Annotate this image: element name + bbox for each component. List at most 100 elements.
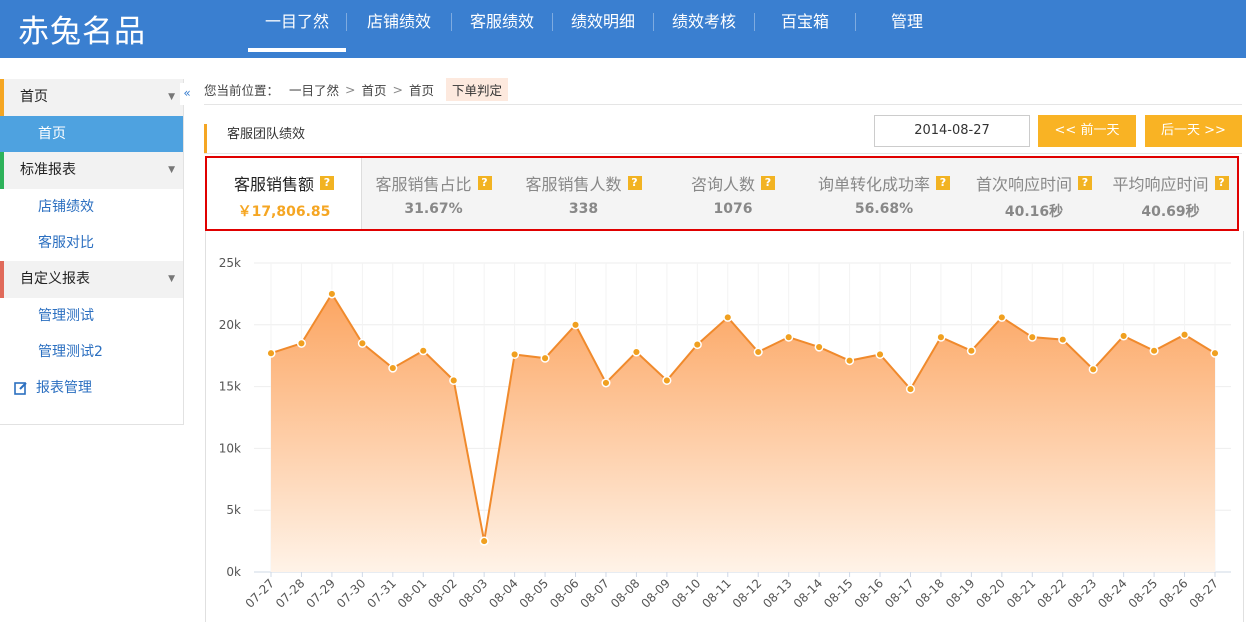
sidebar-item-0-0[interactable]: 首页 <box>0 116 183 152</box>
sidebar-group-label: 首页 <box>20 89 48 105</box>
x-tick-label: 08-13 <box>760 576 795 611</box>
data-point <box>418 346 428 356</box>
sidebar-group-label: 自定义报表 <box>20 271 90 287</box>
app-logo[interactable]: 赤兔名品 <box>18 6 146 51</box>
chevron-right-icon: > <box>392 81 404 97</box>
kpi-label-row: 首次响应时间? <box>964 171 1104 195</box>
nav-item-2[interactable]: 客服绩效 <box>452 0 552 52</box>
tab-team-performance[interactable]: 客服团队绩效 <box>204 124 305 154</box>
sidebar-group-1[interactable]: 标准报表 ▼ <box>0 152 183 189</box>
data-point <box>540 353 550 363</box>
data-point <box>631 347 641 357</box>
nav-item-4[interactable]: 绩效考核 <box>654 0 754 52</box>
sidebar-item-2-0[interactable]: 管理测试 <box>0 298 183 334</box>
data-point <box>997 312 1007 322</box>
kpi-card-0[interactable]: 客服销售额? ￥17,806.85 <box>207 158 362 229</box>
x-tick-label: 08-10 <box>669 576 704 611</box>
x-tick-label: 07-29 <box>303 576 338 611</box>
kpi-label-row: 咨询人数? <box>662 171 804 195</box>
data-point <box>1058 335 1068 345</box>
x-tick-label: 08-22 <box>1034 576 1069 611</box>
kpi-value: ￥17,806.85 <box>237 204 331 220</box>
data-point <box>479 536 489 546</box>
data-point <box>266 348 276 358</box>
sales-area-chart: 0k 5k 10k 15k 20k 25k 07-2707-2807-2907-3007-3… <box>219 256 1231 611</box>
edit-icon <box>14 382 27 395</box>
prev-day-button[interactable]: << 前一天 <box>1038 115 1136 147</box>
sidebar-item-report-manage[interactable]: 报表管理 <box>0 370 183 406</box>
help-icon[interactable]: ? <box>477 176 492 190</box>
x-tick-label: 08-23 <box>1065 576 1100 611</box>
sidebar-item-1-0[interactable]: 店铺绩效 <box>0 189 183 225</box>
data-point <box>662 375 672 385</box>
x-tick-label: 08-26 <box>1156 576 1191 611</box>
kpi-value: 338 <box>568 201 599 217</box>
sidebar-item-2-1[interactable]: 管理测试2 <box>0 334 183 370</box>
help-icon[interactable]: ? <box>761 176 775 190</box>
kpi-strip: 客服销售额? ￥17,806.85 客服销售占比? 31.67% 客服销售人数? 338 咨… <box>205 156 1239 231</box>
nav-item-6[interactable]: 管理 <box>856 0 958 52</box>
kpi-label: 询单转化成功率 <box>817 175 930 194</box>
kpi-value: 56.68% <box>854 201 914 217</box>
x-tick-label: 08-01 <box>395 576 430 611</box>
help-icon[interactable]: ? <box>1214 176 1229 190</box>
data-point <box>753 347 763 357</box>
divider <box>204 104 1242 105</box>
y-tick-label: 25k <box>219 256 241 270</box>
x-tick-label: 08-24 <box>1095 576 1130 611</box>
sidebar-group-0[interactable]: 首页 ▼ <box>0 79 183 116</box>
caret-down-icon: ▼ <box>168 92 175 102</box>
kpi-card-6[interactable]: 平均响应时间? 40.69秒 <box>1104 158 1237 229</box>
kpi-label: 客服销售人数 <box>525 175 622 194</box>
data-point <box>1088 364 1098 374</box>
data-point <box>296 338 307 348</box>
nav-item-3[interactable]: 绩效明细 <box>553 0 653 52</box>
data-point <box>692 340 702 350</box>
data-point <box>510 349 520 360</box>
breadcrumb-link[interactable]: 一目了然 <box>289 80 339 99</box>
top-nav-bar: 赤兔名品 一目了然 店铺绩效 客服绩效 绩效明细 绩效考核 百宝箱 管理 <box>0 0 1246 58</box>
sidebar-group-2[interactable]: 自定义报表 ▼ <box>0 261 183 298</box>
caret-down-icon: ▼ <box>168 165 175 175</box>
kpi-card-2[interactable]: 客服销售人数? 338 <box>505 158 662 229</box>
x-tick-label: 08-04 <box>486 576 521 611</box>
next-day-button[interactable]: 后一天 >> <box>1145 115 1242 147</box>
kpi-card-4[interactable]: 询单转化成功率? 56.68% <box>804 158 964 229</box>
nav-item-5[interactable]: 百宝箱 <box>755 0 855 52</box>
kpi-value: 31.67% <box>404 201 463 217</box>
x-tick-label: 08-25 <box>1126 576 1161 611</box>
sidebar-collapse-button[interactable]: « <box>180 83 194 105</box>
data-point <box>845 356 855 366</box>
kpi-value: 40.69秒 <box>1141 204 1200 220</box>
help-icon[interactable]: ? <box>627 176 642 190</box>
group-color-bar <box>0 79 4 116</box>
kpi-card-5[interactable]: 首次响应时间? 40.16秒 <box>964 158 1104 229</box>
data-point <box>1119 331 1129 341</box>
x-tick-label: 08-03 <box>456 576 491 611</box>
kpi-label-row: 客服销售额? <box>207 171 361 195</box>
x-tick-label: 07-28 <box>273 576 308 611</box>
sidebar-item-1-1[interactable]: 客服对比 <box>0 225 183 261</box>
data-point <box>357 338 367 348</box>
help-icon[interactable]: ? <box>936 176 950 190</box>
kpi-card-3[interactable]: 咨询人数? 1076 <box>662 158 804 229</box>
data-point <box>966 346 976 356</box>
help-icon[interactable]: ? <box>320 176 334 190</box>
help-icon[interactable]: ? <box>1078 176 1092 190</box>
nav-item-0[interactable]: 一目了然 <box>248 0 346 52</box>
data-point <box>449 375 459 385</box>
date-input[interactable]: 2014-08-27 <box>874 115 1030 147</box>
breadcrumb-link[interactable]: 首页 <box>362 80 387 99</box>
x-tick-label: 08-11 <box>699 576 734 611</box>
x-tick-label: 08-20 <box>973 576 1008 611</box>
data-point <box>814 342 824 352</box>
sidebar: 首页 ▼ 首页 标准报表 ▼ 店铺绩效 客服对比 自定义报表 ▼ 管理测试 管理测试2 报表管理 <box>0 79 184 425</box>
kpi-value: 40.16秒 <box>1004 204 1064 220</box>
x-tick-label: 08-16 <box>852 576 887 611</box>
nav-item-1[interactable]: 店铺绩效 <box>347 0 451 52</box>
data-point <box>601 378 611 388</box>
kpi-card-1[interactable]: 客服销售占比? 31.67% <box>362 158 505 229</box>
divider <box>204 153 1242 154</box>
data-point <box>570 320 581 330</box>
breadcrumb-link[interactable]: 首页 <box>409 80 434 99</box>
